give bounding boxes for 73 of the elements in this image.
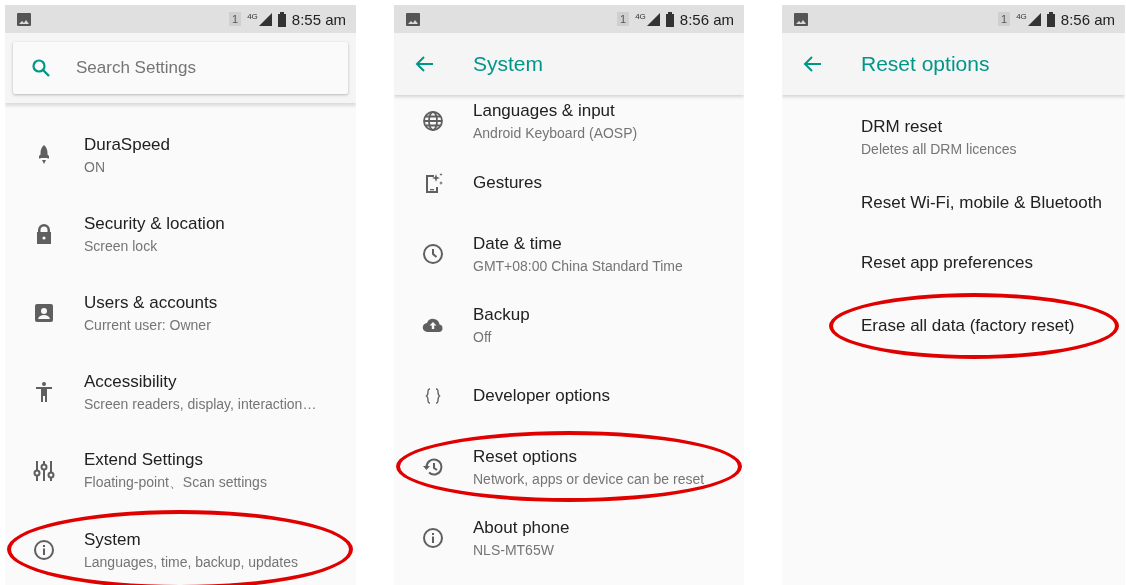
image-icon	[406, 12, 420, 26]
settings-item[interactable]: Languages & input Android Keyboard (AOSP)	[394, 95, 744, 147]
signal-icon	[258, 12, 272, 26]
settings-item[interactable]: Reset Wi-Fi, mobile & Bluetooth	[782, 173, 1125, 233]
network-type: 4G	[635, 12, 646, 21]
item-title: Users & accounts	[84, 292, 218, 313]
item-title: Reset options	[473, 446, 578, 467]
item-title: About phone	[473, 517, 570, 538]
item-title: Extend Settings	[84, 449, 205, 470]
item-subtitle: ON	[84, 158, 106, 175]
item-subtitle: Deletes all DRM licences	[861, 141, 1017, 157]
settings-item[interactable]: Developer options	[394, 360, 744, 431]
network-type: 4G	[247, 12, 258, 21]
item-subtitle: GMT+08:00 China Standard Time	[473, 257, 683, 274]
item-subtitle: Floating-point、Scan settings	[84, 473, 267, 492]
clock-time: 8:56 am	[679, 10, 734, 28]
sim-indicator: 1	[617, 12, 630, 26]
image-icon	[794, 12, 808, 26]
info-icon	[32, 537, 56, 562]
settings-item[interactable]: Gestures	[394, 147, 744, 218]
battery-icon	[665, 11, 674, 27]
item-title: Accessibility	[84, 371, 178, 392]
item-subtitle: Screen lock	[84, 237, 159, 254]
signal-icon	[646, 12, 660, 26]
settings-item[interactable]: Accessibility Screen readers, display, interaction…	[5, 352, 356, 431]
item-subtitle: Languages, time, backup, updates	[84, 553, 299, 570]
clock-icon	[421, 241, 445, 266]
settings-item[interactable]: Date & time GMT+08:00 China Standard Time	[394, 218, 744, 289]
item-subtitle: NLS-MT65W	[473, 541, 555, 558]
info-icon	[421, 525, 445, 550]
settings-item[interactable]: Extend Settings Floating-point、Scan settings	[5, 431, 356, 510]
item-subtitle: Android Keyboard (AOSP)	[473, 125, 638, 141]
battery-icon	[1046, 11, 1055, 27]
settings-item[interactable]: Backup Off	[394, 289, 744, 360]
clock-time: 8:55 am	[291, 10, 346, 28]
clock-time: 8:56 am	[1060, 10, 1115, 28]
signal-icon	[1027, 12, 1041, 26]
image-icon	[17, 12, 31, 26]
screen-title: Reset options	[861, 52, 990, 76]
network-type: 4G	[1016, 12, 1027, 21]
settings-item[interactable]: Erase all data (factory reset)	[782, 293, 1125, 359]
sim-indicator: 1	[229, 12, 242, 26]
item-title: Erase all data (factory reset)	[861, 316, 1075, 336]
item-title: Security & location	[84, 213, 225, 234]
item-title: Date & time	[473, 233, 563, 254]
item-title: Reset app preferences	[861, 253, 1033, 273]
battery-icon	[277, 11, 286, 27]
item-subtitle: Screen readers, display, interaction…	[84, 395, 317, 412]
item-title: DuraSpeed	[84, 134, 170, 155]
item-title: Gestures	[473, 172, 542, 193]
item-subtitle: Off	[473, 328, 493, 345]
item-title: System	[84, 529, 142, 550]
settings-item[interactable]: Users & accounts Current user: Owner	[5, 273, 356, 352]
settings-item[interactable]: Reset app preferences	[782, 233, 1125, 293]
item-title: Developer options	[473, 385, 611, 406]
sliders-icon	[32, 458, 56, 483]
settings-item[interactable]: DRM reset Deletes all DRM licences	[782, 101, 1125, 173]
item-title: Languages & input	[473, 101, 616, 121]
settings-item[interactable]: Security & location Screen lock	[5, 194, 356, 273]
settings-item[interactable]: System Languages, time, backup, updates	[5, 510, 356, 585]
item-title: Reset Wi-Fi, mobile & Bluetooth	[861, 193, 1102, 213]
search-icon	[31, 58, 51, 78]
item-subtitle: Current user: Owner	[84, 316, 212, 333]
item-title: Backup	[473, 304, 530, 325]
search-field[interactable]: Search Settings	[13, 42, 348, 94]
settings-item[interactable]: About phone NLS-MT65W	[394, 502, 744, 573]
screen-title: System	[473, 52, 543, 76]
item-title: DRM reset	[861, 117, 944, 137]
settings-item[interactable]: Reset options Network, apps or device can be reset	[394, 431, 744, 502]
sim-indicator: 1	[998, 12, 1011, 26]
globe-icon	[421, 109, 445, 133]
settings-item[interactable]: DuraSpeed ON	[5, 115, 356, 194]
item-subtitle: Network, apps or device can be reset	[473, 470, 705, 487]
